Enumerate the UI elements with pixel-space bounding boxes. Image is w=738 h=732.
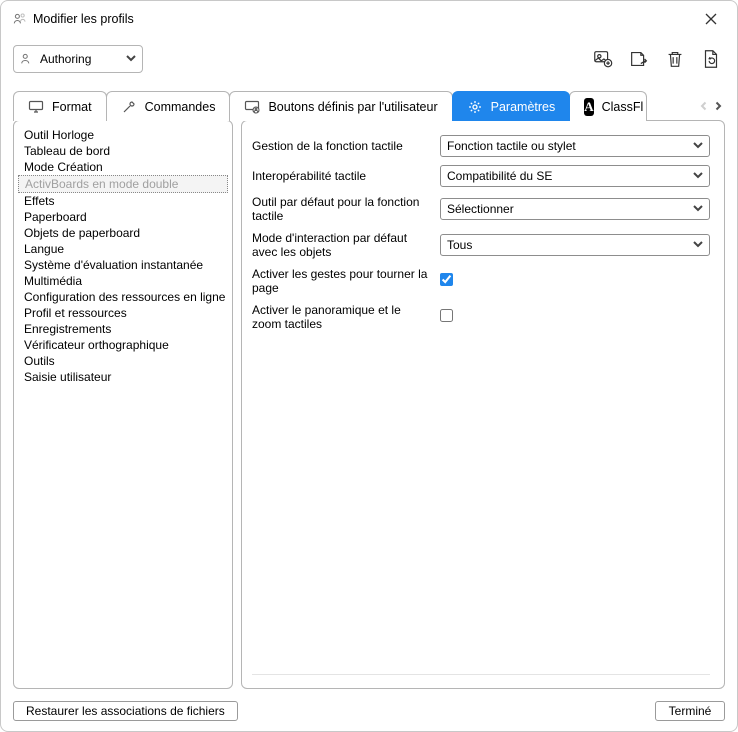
tab-commandes[interactable]: Commandes: [106, 91, 231, 121]
form-control: Fonction tactile ou stylet: [440, 135, 710, 157]
form-row: Outil par défaut pour la fonction tactil…: [252, 195, 710, 223]
trash-icon: [664, 48, 686, 70]
tab-boutons[interactable]: Boutons définis par l'utilisateur: [229, 91, 452, 121]
export-profile-button[interactable]: [625, 45, 653, 73]
close-icon: [705, 13, 717, 25]
form-control: Tous: [440, 234, 710, 256]
settings-category-item[interactable]: Langue: [18, 241, 228, 257]
form-label: Activer le panoramique et le zoom tactil…: [252, 303, 440, 331]
restore-file-assoc-button[interactable]: Restaurer les associations de fichiers: [13, 701, 238, 721]
settings-category-item[interactable]: Objets de paperboard: [18, 225, 228, 241]
delete-profile-button[interactable]: [661, 45, 689, 73]
settings-category-item[interactable]: Enregistrements: [18, 321, 228, 337]
settings-category-item[interactable]: Configuration des ressources en ligne: [18, 289, 228, 305]
tab-label: Boutons définis par l'utilisateur: [268, 100, 437, 114]
tab-label: ClassFl: [602, 100, 644, 114]
combo-value: Tous: [447, 238, 472, 252]
window-title-wrap: Modifier les profils: [13, 12, 697, 26]
combo-value: Compatibilité du SE: [447, 169, 552, 183]
form-control: [440, 309, 710, 325]
titlebar: Modifier les profils: [1, 1, 737, 37]
tab-label: Format: [52, 100, 92, 114]
settings-category-item[interactable]: Système d'évaluation instantanée: [18, 257, 228, 273]
tab-parametres[interactable]: Paramètres: [452, 91, 571, 121]
combo-box[interactable]: Sélectionner: [440, 198, 710, 220]
tab-classflow[interactable]: A ClassFl: [569, 91, 647, 121]
settings-category-list[interactable]: Outil HorlogeTableau de bordMode Créatio…: [13, 120, 233, 689]
chevron-down-icon: [693, 238, 703, 252]
combo-value: Fonction tactile ou stylet: [447, 139, 576, 153]
combo-box[interactable]: Fonction tactile ou stylet: [440, 135, 710, 157]
checkbox[interactable]: [440, 273, 453, 286]
profiles-icon: [13, 12, 27, 26]
file-refresh-icon: [700, 48, 722, 70]
tab-scroll-left[interactable]: [697, 92, 711, 120]
profile-selector[interactable]: Authoring: [13, 45, 143, 73]
form-label: Interopérabilité tactile: [252, 169, 440, 183]
form-control: [440, 273, 710, 289]
import-profile-button[interactable]: [589, 45, 617, 73]
export-icon: [628, 48, 650, 70]
settings-category-item[interactable]: Outil Horloge: [18, 127, 228, 143]
gear-icon: [467, 99, 483, 115]
bottom-bar: Restaurer les associations de fichiers T…: [1, 697, 737, 731]
monitor-icon: [28, 99, 44, 115]
classflow-icon: A: [584, 98, 593, 116]
settings-category-item[interactable]: Outils: [18, 353, 228, 369]
tab-label: Commandes: [145, 100, 216, 114]
chevron-down-icon: [693, 139, 703, 153]
form-row: Mode d'interaction par défaut avec les o…: [252, 231, 710, 259]
settings-form: Gestion de la fonction tactile Fonction t…: [241, 120, 725, 689]
import-icon: [592, 48, 614, 70]
form-label: Outil par défaut pour la fonction tactil…: [252, 195, 440, 223]
tab-scroll-arrows: [697, 91, 725, 121]
tools-icon: [121, 99, 137, 115]
settings-category-item[interactable]: Paperboard: [18, 209, 228, 225]
profile-selector-value: Authoring: [40, 52, 91, 66]
settings-category-item[interactable]: Effets: [18, 193, 228, 209]
user-buttons-icon: [244, 99, 260, 115]
settings-category-item[interactable]: Mode Création: [18, 159, 228, 175]
form-row: Activer les gestes pour tourner la page: [252, 267, 710, 295]
combo-box[interactable]: Tous: [440, 234, 710, 256]
settings-category-item[interactable]: Profil et ressources: [18, 305, 228, 321]
settings-category-item[interactable]: ActivBoards en mode double: [18, 175, 228, 193]
combo-box[interactable]: Compatibilité du SE: [440, 165, 710, 187]
window-title: Modifier les profils: [33, 12, 134, 26]
refresh-profile-button[interactable]: [697, 45, 725, 73]
tabs: Format Commandes Boutons définis par l'u…: [1, 91, 737, 121]
edit-profiles-window: Modifier les profils Authoring Format: [0, 0, 738, 732]
chevron-down-icon: [126, 52, 136, 66]
done-button[interactable]: Terminé: [655, 701, 725, 721]
form-row: Gestion de la fonction tactile Fonction t…: [252, 135, 710, 157]
combo-value: Sélectionner: [447, 202, 514, 216]
settings-category-item[interactable]: Multimédia: [18, 273, 228, 289]
tab-format[interactable]: Format: [13, 91, 107, 121]
horizontal-scroll-hint: [252, 674, 710, 680]
chevron-down-icon: [693, 202, 703, 216]
form-label: Gestion de la fonction tactile: [252, 139, 440, 153]
settings-category-item[interactable]: Saisie utilisateur: [18, 369, 228, 385]
tab-label: Paramètres: [491, 100, 556, 114]
chevron-down-icon: [693, 169, 703, 183]
form-control: Compatibilité du SE: [440, 165, 710, 187]
close-button[interactable]: [697, 5, 725, 33]
form-row: Activer le panoramique et le zoom tactil…: [252, 303, 710, 331]
form-control: Sélectionner: [440, 198, 710, 220]
form-row: Interopérabilité tactile Compatibilité du…: [252, 165, 710, 187]
tab-scroll-right[interactable]: [711, 92, 725, 120]
content: Outil HorlogeTableau de bordMode Créatio…: [1, 120, 737, 697]
settings-category-item[interactable]: Vérificateur orthographique: [18, 337, 228, 353]
person-icon: [20, 52, 34, 66]
settings-category-item[interactable]: Tableau de bord: [18, 143, 228, 159]
checkbox[interactable]: [440, 309, 453, 322]
form-label: Mode d'interaction par défaut avec les o…: [252, 231, 440, 259]
form-label: Activer les gestes pour tourner la page: [252, 267, 440, 295]
toolbar: Authoring: [1, 37, 737, 77]
